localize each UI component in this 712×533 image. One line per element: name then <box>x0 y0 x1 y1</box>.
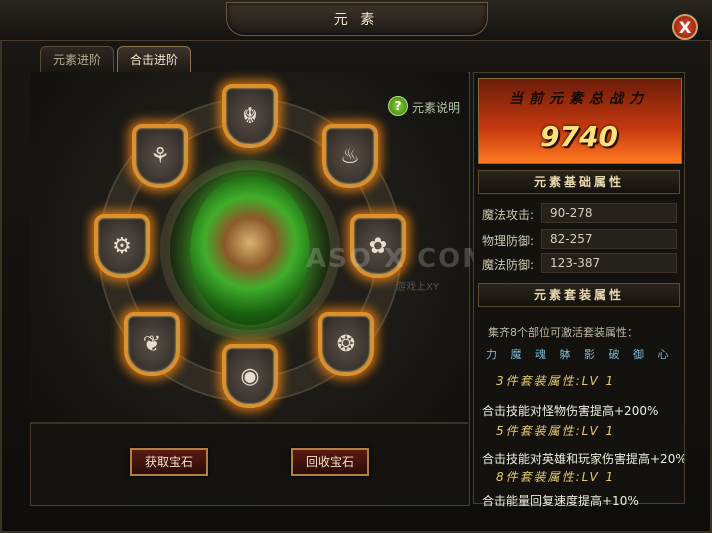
gem-slot-bottom[interactable]: ◉ <box>222 344 278 408</box>
set-tier-8-label: 8件套装属性:LV 1 <box>496 470 616 484</box>
set-tier-3-bonus: 合击技能对怪物伤害提高+200% <box>482 404 659 418</box>
panel-divider <box>30 422 468 424</box>
help-label[interactable]: 元素说明 <box>412 99 460 116</box>
stat-value-physical-defense: 82-257 <box>541 229 677 249</box>
stat-value-magic-defense: 123-387 <box>541 253 677 273</box>
watermark-sub: 游戏上XY <box>396 282 439 293</box>
take-gem-button[interactable]: 获取宝石 <box>130 448 208 476</box>
set-parts: 力 魔 魂 躰 影 破 御 心 <box>486 348 674 361</box>
element-core-orb <box>190 175 310 325</box>
power-label: 当前元素总战力 <box>509 91 649 107</box>
set-attributes-title: 元素套装属性 <box>478 283 680 307</box>
tab-combo-advance[interactable]: 合击进阶 <box>117 46 192 73</box>
base-attributes-title: 元素基础属性 <box>478 170 680 194</box>
help-icon[interactable]: ? <box>388 96 408 116</box>
power-value: 9740 <box>540 120 618 153</box>
set-note: 集齐8个部位可激活套装属性： <box>488 326 638 339</box>
tab-element-advance[interactable]: 元素进阶 <box>40 46 115 73</box>
watermark: ASO X COM <box>306 244 491 274</box>
recycle-gem-button[interactable]: 回收宝石 <box>291 448 369 476</box>
stat-label-physical-defense: 物理防御: <box>482 234 535 248</box>
gem-slot-top-left[interactable]: ⚘ <box>132 124 188 188</box>
stat-label-magic-attack: 魔法攻击: <box>482 208 535 222</box>
stat-label-magic-defense: 魔法防御: <box>482 258 535 272</box>
gem-slot-left[interactable]: ⚙ <box>94 214 150 278</box>
close-button[interactable]: X <box>672 14 698 40</box>
gem-slot-top-right[interactable]: ♨ <box>322 124 378 188</box>
set-tier-5-label: 5件套装属性:LV 1 <box>496 424 616 438</box>
gem-slot-bottom-right[interactable]: ❂ <box>318 312 374 376</box>
set-tier-5-bonus: 合击技能对英雄和玩家伤害提高+20% <box>482 452 684 466</box>
gem-slot-top[interactable]: ☬ <box>222 84 278 148</box>
stat-value-magic-attack: 90-278 <box>541 203 677 223</box>
gem-slot-bottom-left[interactable]: ❦ <box>124 312 180 376</box>
window-title: 元 素 <box>333 12 379 28</box>
set-tier-3-label: 3件套装属性:LV 1 <box>496 374 616 388</box>
set-tier-8-bonus: 合击能量回复速度提高+10% <box>482 494 639 508</box>
